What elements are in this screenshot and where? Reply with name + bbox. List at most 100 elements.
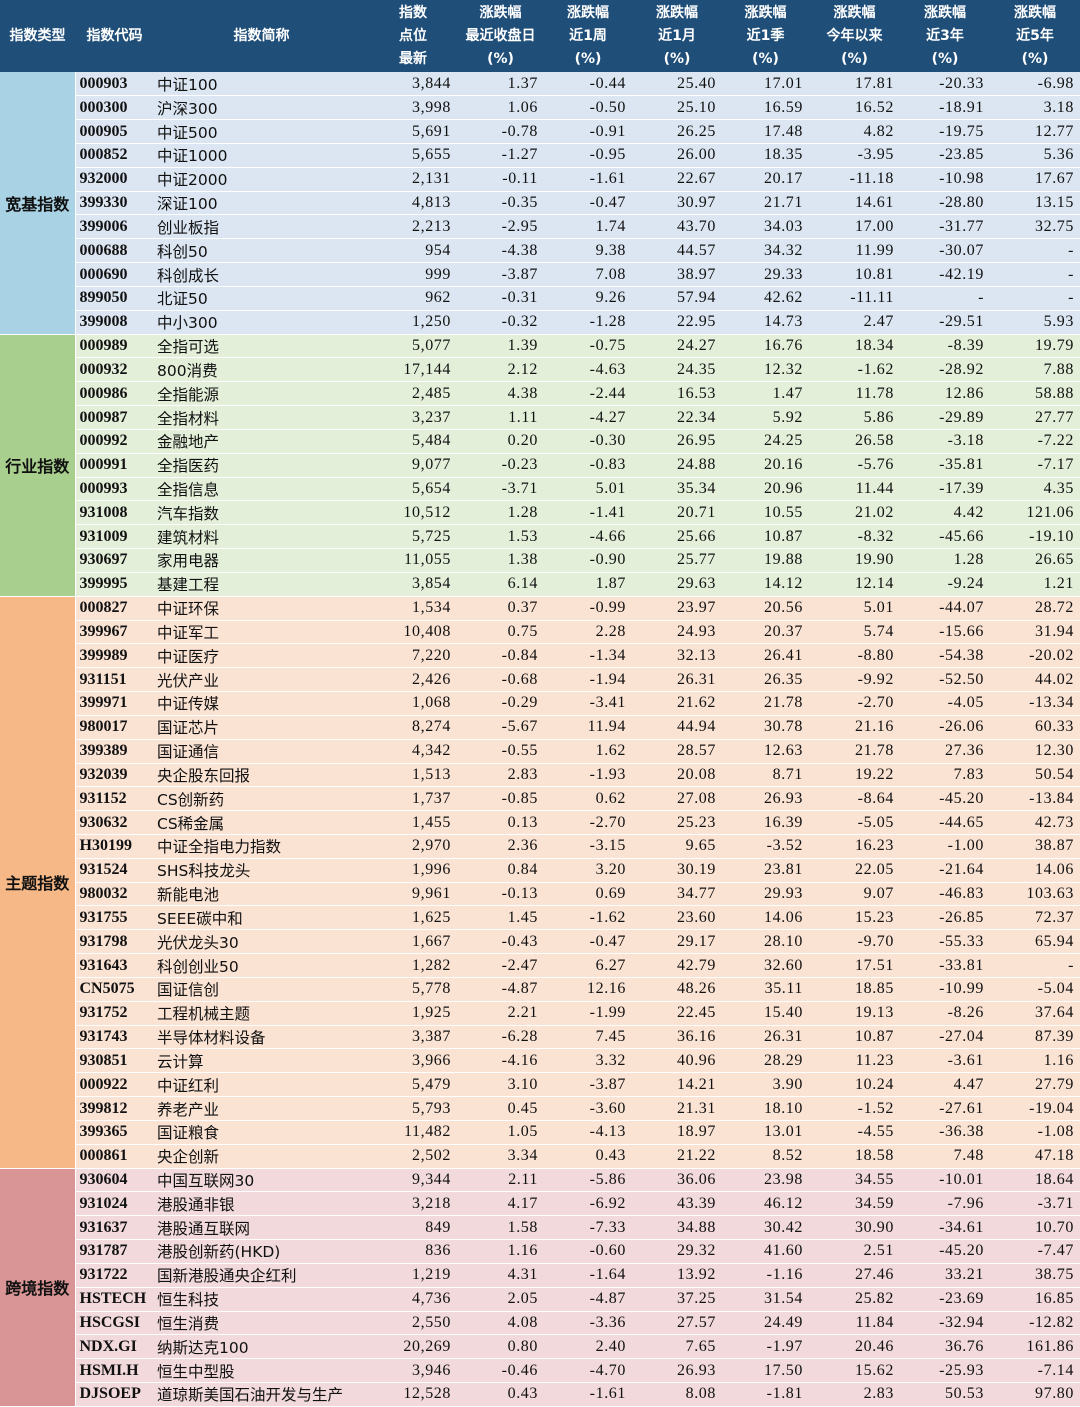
cell-chg-3y: 50.53 [900, 1382, 990, 1407]
cell-chg-day: 2.05 [457, 1287, 544, 1312]
table-row: 899050 北证50 962 -0.31 9.26 57.94 42.62 -11.11- - [0, 286, 1080, 311]
cell-code: 931787 [75, 1239, 154, 1264]
cell-level: 5,778 [369, 977, 457, 1002]
cell-name: 港股通互联网 [154, 1215, 369, 1241]
cell-level: 11,055 [369, 548, 457, 573]
cell-code: HSMI.H [75, 1358, 154, 1384]
cell-code: 399971 [75, 691, 154, 716]
cell-chg-month: 43.39 [632, 1191, 722, 1217]
cell-code: 000992 [75, 429, 154, 454]
cell-code: 399812 [75, 1096, 154, 1121]
cell-chg-ytd: -11.18 [809, 167, 900, 192]
header-chg-quarter-line2: 近1季 [746, 27, 785, 44]
cell-chg-week: -0.47 [544, 191, 632, 216]
cell-chg-week: -2.70 [544, 810, 632, 835]
cell-chg-week: -0.60 [544, 1239, 632, 1264]
cell-chg-3y: -35.81 [900, 453, 990, 478]
cell-name: 北证50 [154, 286, 369, 311]
cell-chg-5y: -7.22 [990, 429, 1080, 454]
header-chg-ytd: 涨跌幅 今年以来 (%) [809, 0, 900, 72]
cell-chg-3y: 4.47 [900, 1072, 990, 1098]
cell-chg-quarter: 42.62 [722, 286, 809, 311]
header-level-line1: 指数 [399, 4, 427, 21]
cell-name: 全指信息 [154, 477, 369, 502]
cell-code: 931009 [75, 524, 154, 550]
cell-level: 849 [369, 1215, 457, 1241]
cell-name: 恒生科技 [154, 1287, 369, 1312]
cell-chg-5y: 65.94 [990, 929, 1080, 955]
cell-name: 纳斯达克100 [154, 1334, 369, 1360]
cell-chg-ytd: -3.95 [809, 143, 900, 168]
cell-chg-3y: -45.66 [900, 524, 990, 550]
cell-code: 931752 [75, 1001, 154, 1026]
cell-name: 中证1000 [154, 143, 369, 168]
cell-code: 931643 [75, 953, 154, 978]
cell-chg-5y: -6.98 [990, 72, 1080, 97]
cell-chg-day: 1.16 [457, 1239, 544, 1264]
cell-chg-5y: -5.04 [990, 977, 1080, 1002]
cell-chg-5y: 5.93 [990, 310, 1080, 335]
cell-chg-ytd: 27.46 [809, 1263, 900, 1288]
cell-chg-month: 29.63 [632, 572, 722, 597]
table-row: 932000 中证2000 2,131 -0.11 -1.61 22.67 20.17 -11… [0, 167, 1080, 192]
cell-code: 000861 [75, 1144, 154, 1169]
header-chg-month: 涨跌幅 近1月 (%) [632, 0, 722, 72]
cell-level: 10,512 [369, 500, 457, 526]
cell-chg-month: 29.32 [632, 1239, 722, 1264]
cell-chg-5y: -19.10 [990, 524, 1080, 550]
cell-chg-month: 30.19 [632, 858, 722, 883]
cell-level: 3,966 [369, 1048, 457, 1074]
cell-level: 5,077 [369, 333, 457, 359]
cell-chg-ytd: -9.70 [809, 929, 900, 955]
cell-name: 深证100 [154, 191, 369, 216]
cell-chg-3y: -29.89 [900, 405, 990, 430]
table-row: 000993 全指信息 5,654 -3.71 5.01 35.34 20.96 11.44-… [0, 477, 1080, 502]
table-row: 000932 800消费 17,144 2.12 -4.63 24.35 12.32 -1.6… [0, 357, 1080, 383]
cell-chg-ytd: 10.24 [809, 1072, 900, 1098]
cell-chg-month: 26.00 [632, 143, 722, 168]
header-chg-month-line3: (%) [663, 50, 691, 67]
cell-chg-quarter: 18.35 [722, 143, 809, 168]
cell-chg-ytd: -5.05 [809, 810, 900, 835]
cell-level: 3,237 [369, 405, 457, 430]
cell-level: 10,408 [369, 620, 457, 645]
cell-chg-ytd: 11.99 [809, 238, 900, 264]
cell-chg-month: 35.34 [632, 477, 722, 502]
cell-chg-ytd: 34.55 [809, 1167, 900, 1193]
cell-code: 931798 [75, 929, 154, 955]
cell-level: 3,844 [369, 72, 457, 97]
cell-chg-day: 0.37 [457, 595, 544, 621]
cell-chg-ytd: 15.62 [809, 1358, 900, 1384]
cell-chg-month: 24.88 [632, 453, 722, 478]
cell-chg-week: -1.61 [544, 167, 632, 192]
table-row: 399330 深证100 4,813 -0.35 -0.47 30.97 21.71 14.6… [0, 191, 1080, 216]
cell-level: 2,502 [369, 1144, 457, 1169]
category-label: 行业指数 [0, 333, 76, 597]
cell-code: 399389 [75, 739, 154, 764]
cell-chg-ytd: 26.58 [809, 429, 900, 454]
category-label: 主题指数 [0, 595, 76, 1169]
cell-name: 新能电池 [154, 882, 369, 907]
table-row: 932039 央企股东回报 1,513 2.83 -1.93 20.08 8.71 19.22… [0, 763, 1080, 788]
cell-code: H30199 [75, 834, 154, 859]
header-chg-ytd-line1: 涨跌幅 [833, 4, 876, 21]
cell-chg-day: -0.23 [457, 453, 544, 478]
cell-chg-week: 0.62 [544, 786, 632, 812]
table-row: 399812 养老产业 5,793 0.45 -3.60 21.31 18.10 -1.52-… [0, 1096, 1080, 1121]
cell-chg-month: 57.94 [632, 286, 722, 311]
cell-level: 7,220 [369, 643, 457, 669]
cell-chg-ytd: 2.51 [809, 1239, 900, 1264]
cell-level: 962 [369, 286, 457, 311]
cell-chg-5y: 12.77 [990, 119, 1080, 144]
cell-chg-month: 22.45 [632, 1001, 722, 1026]
cell-level: 1,925 [369, 1001, 457, 1026]
table-row: 000922 中证红利 5,479 3.10 -3.87 14.21 3.90 10.24 4.… [0, 1072, 1080, 1098]
cell-name: 中证红利 [154, 1072, 369, 1098]
cell-chg-5y: 28.72 [990, 595, 1080, 621]
cell-name: 中证500 [154, 119, 369, 144]
cell-chg-quarter: 12.32 [722, 357, 809, 383]
cell-chg-3y: -32.94 [900, 1311, 990, 1336]
table-row: CN5075 国证信创 5,778 -4.87 12.16 48.26 35.11 18.85… [0, 977, 1080, 1002]
cell-chg-3y: 36.76 [900, 1334, 990, 1360]
cell-chg-month: 14.21 [632, 1072, 722, 1098]
